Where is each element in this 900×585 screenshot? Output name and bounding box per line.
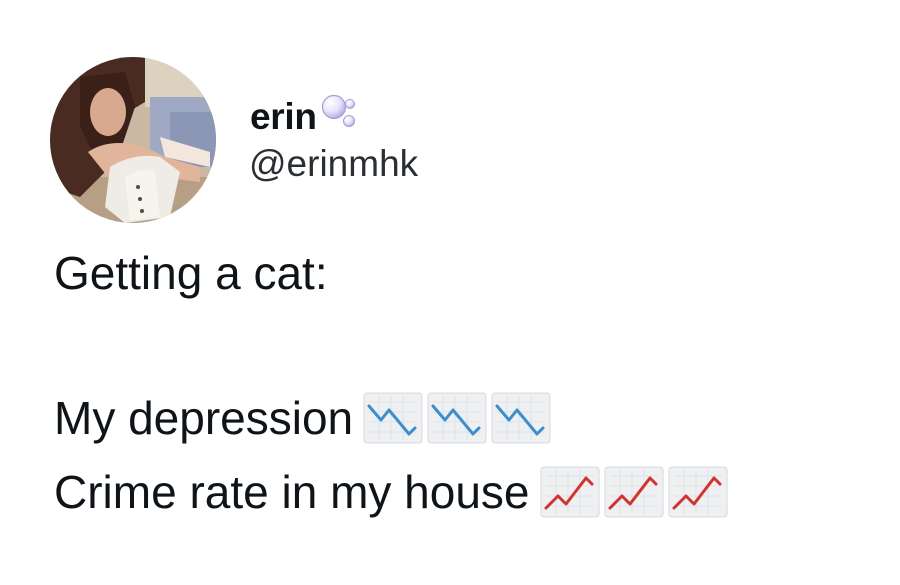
decreasing-emoji-group <box>363 392 551 444</box>
name-row: erin <box>250 92 359 140</box>
display-name[interactable]: erin <box>250 98 317 135</box>
tweet-text-line-3: Crime rate in my house <box>54 466 728 518</box>
tweet-text-line-1: Getting a cat: <box>54 247 328 299</box>
tweet-text-line-3-label: Crime rate in my house <box>54 466 530 518</box>
tweet-text-line-2: My depression <box>54 392 551 444</box>
increasing-emoji-group <box>540 466 728 518</box>
user-handle[interactable]: @erinmhk <box>249 145 418 182</box>
chart-increasing-icon <box>668 466 727 518</box>
profile-photo-avatar <box>50 57 216 223</box>
chart-increasing-icon <box>540 466 599 518</box>
tweet-card: erin @erinmhk Getting a cat: My depressi… <box>0 0 900 585</box>
avatar[interactable] <box>50 57 216 223</box>
chart-decreasing-icon <box>427 392 487 444</box>
tweet-text-line-2-label: My depression <box>54 392 354 444</box>
chart-increasing-icon <box>604 466 663 518</box>
chart-decreasing-icon <box>363 392 423 444</box>
bubbles-icon <box>321 92 359 137</box>
chart-decreasing-icon <box>491 392 551 444</box>
